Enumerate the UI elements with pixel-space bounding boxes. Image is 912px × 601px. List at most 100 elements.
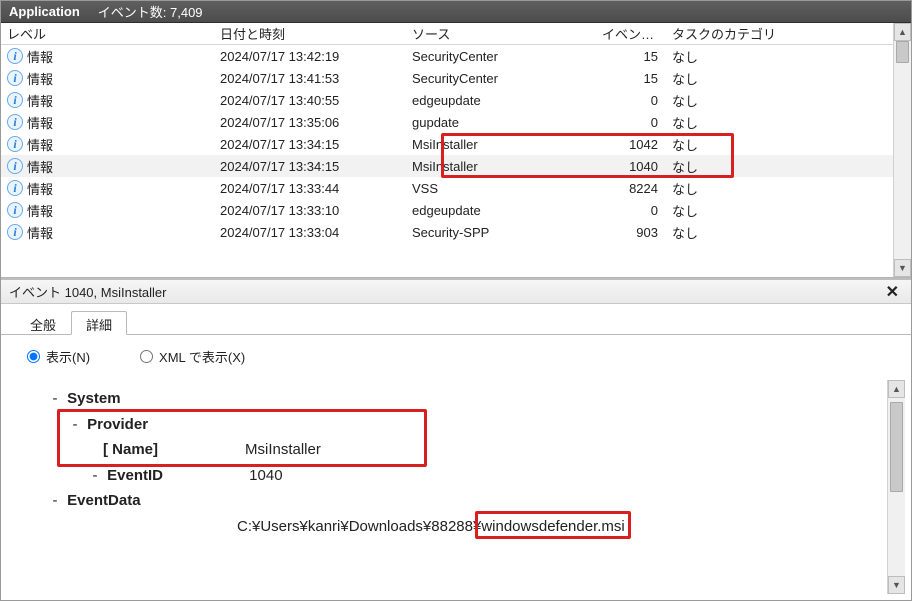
radio-friendly-view[interactable]: 表示(N) — [27, 347, 90, 366]
column-header-task[interactable]: タスクのカテゴリ — [662, 24, 792, 43]
cell-task: なし — [662, 47, 792, 66]
cell-source: MsiInstaller — [412, 137, 602, 152]
scroll-up-button[interactable]: ▲ — [894, 23, 911, 41]
table-row[interactable]: i情報 2024/07/17 13:34:15MsiInstaller1040なし — [1, 155, 893, 177]
table-row[interactable]: i情報 2024/07/17 13:33:44VSS8224なし — [1, 177, 893, 199]
log-header-bar: Application イベント数: 7,409 — [1, 1, 911, 23]
cell-datetime: 2024/07/17 13:34:15 — [192, 159, 412, 174]
level-label: 情報 — [27, 157, 53, 176]
cell-source: gupdate — [412, 115, 602, 130]
detail-pane: 全般 詳細 表示(N) XML で表示(X) - System — [1, 304, 911, 600]
info-icon: i — [7, 92, 23, 108]
cell-task: なし — [662, 113, 792, 132]
tree-eventid-node[interactable]: - EventID 1040 — [47, 463, 875, 489]
level-label: 情報 — [27, 47, 53, 66]
cell-eventid: 8224 — [602, 181, 662, 196]
table-row[interactable]: i情報2024/07/17 13:33:04Security-SPP903なし — [1, 221, 893, 243]
scroll-track[interactable] — [894, 41, 911, 259]
close-icon[interactable]: ✕ — [882, 282, 903, 302]
info-icon: i — [7, 224, 23, 240]
tree-provider-node[interactable]: - Provider — [47, 412, 875, 438]
info-icon: i — [7, 114, 23, 130]
level-label: 情報 — [27, 113, 53, 132]
level-label: 情報 — [27, 91, 53, 110]
cell-source: VSS — [412, 181, 602, 196]
scroll-thumb[interactable] — [896, 41, 909, 63]
cell-eventid: 15 — [602, 49, 662, 64]
log-name: Application — [9, 4, 80, 19]
level-label: 情報 — [27, 223, 53, 242]
cell-task: なし — [662, 91, 792, 110]
tree-system-node[interactable]: - System — [47, 386, 875, 412]
eventdata-path-prefix: C:¥Users¥kanri¥Downloads¥88288¥ — [237, 518, 481, 535]
cell-source: SecurityCenter — [412, 49, 602, 64]
cell-eventid: 0 — [602, 93, 662, 108]
tree-provider-name: [ Name] MsiInstaller — [47, 437, 875, 463]
tab-details[interactable]: 詳細 — [71, 311, 127, 335]
cell-task: なし — [662, 201, 792, 220]
detail-scroll-track[interactable] — [888, 398, 905, 576]
radio-xml-view[interactable]: XML で表示(X) — [140, 347, 245, 366]
cell-source: edgeupdate — [412, 203, 602, 218]
column-header-source[interactable]: ソース — [412, 24, 602, 43]
detail-scroll-up-button[interactable]: ▲ — [888, 380, 905, 398]
cell-task: なし — [662, 223, 792, 242]
column-header-row: レベル 日付と時刻 ソース イベント ID タスクのカテゴリ — [1, 23, 893, 45]
cell-source: SecurityCenter — [412, 71, 602, 86]
list-vertical-scrollbar[interactable]: ▲ ▼ — [893, 23, 911, 277]
eventdata-path: C:¥Users¥kanri¥Downloads¥88288¥ windowsd… — [47, 514, 875, 540]
eventdata-path-filename: windowsdefender.msi — [481, 518, 624, 535]
tree-eventdata-node[interactable]: - EventData — [47, 488, 875, 514]
info-icon: i — [7, 180, 23, 196]
cell-datetime: 2024/07/17 13:41:53 — [192, 71, 412, 86]
detail-tree-body: - System - Provider [ Name] MsiInstaller — [7, 380, 887, 594]
cell-datetime: 2024/07/17 13:35:06 — [192, 115, 412, 130]
scroll-down-button[interactable]: ▼ — [894, 259, 911, 277]
cell-eventid: 0 — [602, 115, 662, 130]
provider-name-value: MsiInstaller — [245, 437, 321, 463]
table-row[interactable]: i情報2024/07/17 13:34:15MsiInstaller1042なし — [1, 133, 893, 155]
radio-xml-input[interactable] — [140, 350, 153, 363]
cell-datetime: 2024/07/17 13:33:44 — [192, 181, 412, 196]
column-header-level[interactable]: レベル — [7, 24, 192, 43]
column-header-eventid[interactable]: イベント ID — [602, 24, 662, 43]
cell-task: なし — [662, 179, 792, 198]
info-icon: i — [7, 136, 23, 152]
column-header-datetime[interactable]: 日付と時刻 — [192, 24, 412, 43]
table-row[interactable]: i情報2024/07/17 13:40:55edgeupdate0なし — [1, 89, 893, 111]
level-label: 情報 — [27, 201, 53, 220]
radio-friendly-input[interactable] — [27, 350, 40, 363]
event-list-pane: レベル 日付と時刻 ソース イベント ID タスクのカテゴリ i情報2024/0… — [1, 23, 911, 278]
detail-scroll-down-button[interactable]: ▼ — [888, 576, 905, 594]
cell-datetime: 2024/07/17 13:34:15 — [192, 137, 412, 152]
cell-datetime: 2024/07/17 13:42:19 — [192, 49, 412, 64]
info-icon: i — [7, 70, 23, 86]
cell-task: なし — [662, 157, 792, 176]
cell-task: なし — [662, 135, 792, 154]
cell-source: MsiInstaller — [412, 159, 602, 174]
event-list-body[interactable]: i情報2024/07/17 13:42:19SecurityCenter15なし… — [1, 45, 893, 277]
event-count: イベント数: 7,409 — [98, 2, 203, 21]
table-row[interactable]: i情報2024/07/17 13:33:10edgeupdate0なし — [1, 199, 893, 221]
info-icon: i — [7, 202, 23, 218]
info-icon: i — [7, 158, 23, 174]
info-icon: i — [7, 48, 23, 64]
cell-eventid: 903 — [602, 225, 662, 240]
cell-eventid: 1040 — [602, 159, 662, 174]
cell-eventid: 1042 — [602, 137, 662, 152]
level-label: 情報 — [27, 179, 53, 198]
table-row[interactable]: i情報 2024/07/17 13:35:06gupdate0なし — [1, 111, 893, 133]
cell-source: edgeupdate — [412, 93, 602, 108]
cell-task: なし — [662, 69, 792, 88]
cell-eventid: 15 — [602, 71, 662, 86]
tab-general[interactable]: 全般 — [15, 311, 71, 335]
detail-view-mode: 表示(N) XML で表示(X) — [1, 335, 911, 380]
detail-tabs: 全般 詳細 — [1, 304, 911, 334]
table-row[interactable]: i情報2024/07/17 13:41:53SecurityCenter15なし — [1, 67, 893, 89]
cell-eventid: 0 — [602, 203, 662, 218]
eventid-value: 1040 — [249, 463, 282, 489]
table-row[interactable]: i情報 2024/07/17 13:42:19SecurityCenter15なし — [1, 45, 893, 67]
detail-pane-header: イベント 1040, MsiInstaller ✕ — [1, 280, 911, 304]
detail-scroll-thumb[interactable] — [890, 402, 903, 492]
detail-vertical-scrollbar[interactable]: ▲ ▼ — [887, 380, 905, 594]
